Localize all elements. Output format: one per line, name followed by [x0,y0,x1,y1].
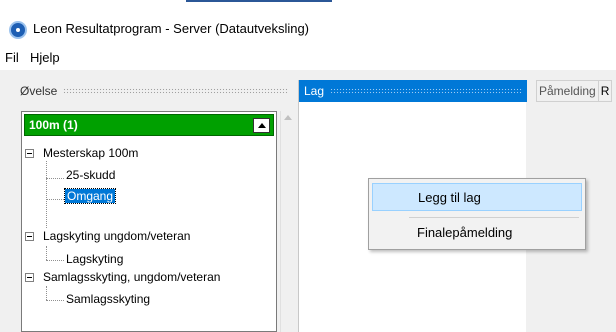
tree-node-item-selected[interactable]: Omgang [63,188,117,204]
panel-grip [63,88,288,94]
panel-grip [330,88,523,94]
team-panel-title: Lag [304,84,325,98]
collapse-icon[interactable] [25,273,34,282]
menu-bar: Fil Hjelp [0,46,616,70]
tree-node-group[interactable]: Mesterskap 100m [43,146,138,161]
final-registration-menu-item[interactable]: Finalepåmelding [372,219,582,247]
event-combo-value: 100m (1) [29,118,78,132]
event-panel: Øvelse 100m (1) Mesterskap 100m 25-skudd… [16,80,294,332]
collapse-icon[interactable] [25,232,34,241]
tree-connector [46,300,64,301]
event-panel-title: Øvelse [20,84,58,98]
event-combo[interactable]: 100m (1) [24,114,274,136]
collapse-icon[interactable] [25,149,34,158]
tree-node-group[interactable]: Samlagsskyting, ungdom/veteran [43,270,220,285]
tree-connector [46,178,64,179]
tab-registration[interactable]: Påmelding [536,80,599,102]
menu-file[interactable]: Fil [5,50,19,65]
tree-scrollbar[interactable] [280,111,294,332]
context-menu: Legg til lag Finalepåmelding [368,178,586,250]
tree-connector [46,286,47,300]
tree-connector [46,161,47,228]
add-team-menu-item[interactable]: Legg til lag [372,183,582,211]
scroll-up-icon[interactable] [284,115,292,120]
tree-node-item[interactable]: Samlagsskyting [66,292,150,307]
menu-help[interactable]: Hjelp [30,50,60,65]
top-edge-accent [186,0,332,2]
team-panel-header: Lag [299,80,527,102]
chevron-up-icon[interactable] [253,118,270,133]
event-tree[interactable]: 100m (1) Mesterskap 100m 25-skudd Omgang… [21,111,277,332]
tree-node-item[interactable]: Lagskyting [66,252,123,267]
tree-connector [46,246,47,260]
event-panel-header: Øvelse [16,80,294,102]
tree-connector [46,199,64,200]
tab-r[interactable]: R [598,80,613,102]
tree-node-item[interactable]: 25-skudd [66,168,115,183]
menu-separator [409,217,579,218]
app-logo-icon [9,21,27,39]
tree-node-group[interactable]: Lagskyting ungdom/veteran [43,229,190,244]
window-title: Leon Resultatprogram - Server (Datautvek… [33,21,310,36]
tab-strip: Påmelding R [536,80,613,102]
tree-connector [46,260,64,261]
title-bar: Leon Resultatprogram - Server (Datautvek… [0,6,616,44]
